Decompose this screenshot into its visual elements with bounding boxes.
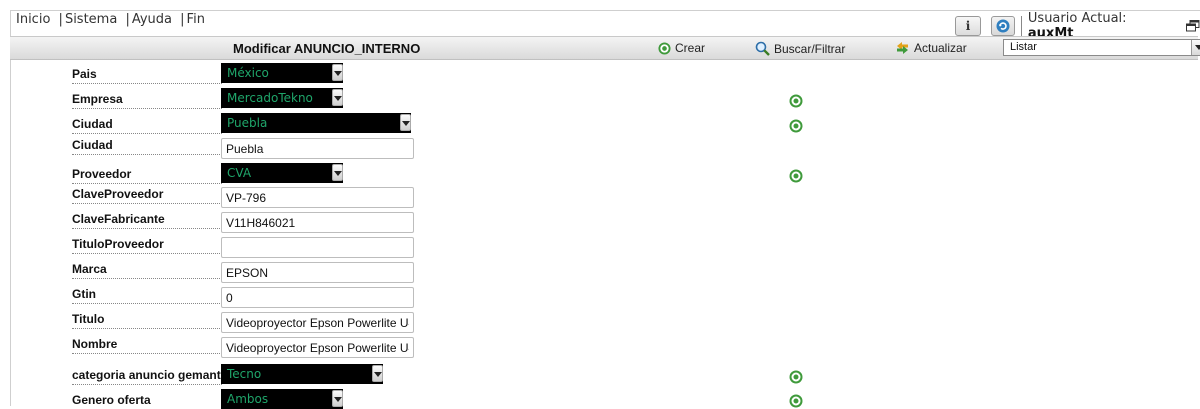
label-nombre: Nombre (72, 337, 118, 351)
genero-select[interactable]: Ambos (221, 389, 343, 409)
add-categoria-icon[interactable] (789, 370, 803, 384)
marca-input[interactable] (221, 262, 414, 283)
info-icon: i (965, 19, 971, 33)
menu-separator: | (58, 12, 63, 27)
pais-value: México (227, 66, 269, 80)
nombre-input[interactable] (221, 337, 414, 358)
empresa-select[interactable]: MercadoTekno (221, 88, 343, 108)
label-proveedor: Proveedor (72, 167, 132, 181)
listar-value: Listar (1010, 41, 1037, 53)
chevron-down-icon (332, 390, 343, 407)
proveedor-select[interactable]: CVA (221, 163, 343, 183)
label-empresa: Empresa (72, 92, 123, 106)
refresh-session-button[interactable] (990, 16, 1015, 36)
add-icon (658, 41, 671, 55)
menu-sistema[interactable]: Sistema (65, 12, 117, 27)
toolbar: Modificar ANUNCIO_INTERNO Crear Buscar/F… (10, 36, 1200, 60)
label-underline (72, 278, 222, 279)
label-underline (72, 83, 222, 84)
menu-separator: | (125, 12, 130, 27)
window-restore-icon[interactable] (1186, 20, 1200, 32)
titulo-input[interactable] (221, 312, 414, 333)
label-ciudad: Ciudad (72, 117, 113, 131)
current-user-prefix: Usuario Actual: (1027, 11, 1127, 26)
menu-inicio[interactable]: Inicio (16, 12, 50, 27)
categoria-select[interactable]: Tecno (221, 364, 383, 384)
ciudad-select[interactable]: Puebla (221, 113, 411, 133)
chevron-down-icon (332, 64, 343, 81)
label-titulo-proveedor: TituloProveedor (72, 237, 164, 251)
label-categoria: categoria anuncio gemanti (72, 368, 225, 382)
search-icon (755, 41, 770, 56)
label-ciudad-text: Ciudad (72, 138, 113, 152)
update-icon (897, 42, 908, 54)
chevron-down-icon (332, 164, 343, 181)
label-gtin: Gtin (72, 287, 96, 301)
chevron-down-icon (332, 89, 343, 106)
page-title: Modificar ANUNCIO_INTERNO (233, 41, 421, 56)
chevron-down-icon (400, 114, 411, 131)
label-underline (72, 328, 222, 329)
menu-separator: | (180, 12, 185, 27)
menu-fin[interactable]: Fin (187, 12, 205, 27)
crear-button[interactable]: Crear (658, 41, 705, 55)
titulo-proveedor-input[interactable] (221, 237, 414, 258)
label-underline (72, 303, 222, 304)
categoria-value: Tecno (227, 367, 262, 381)
label-underline (72, 108, 222, 109)
label-titulo: Titulo (72, 312, 105, 326)
add-genero-icon[interactable] (789, 394, 803, 408)
clave-proveedor-input[interactable] (221, 187, 414, 208)
ciudad-select-value: Puebla (227, 116, 268, 130)
user-area: i Usuario Actual: auxMt (955, 11, 1200, 41)
chevron-down-icon (372, 365, 383, 382)
pais-select[interactable]: México (221, 63, 343, 83)
info-button[interactable]: i (955, 16, 981, 36)
label-marca: Marca (72, 262, 107, 276)
listar-select[interactable]: Listar (1003, 39, 1200, 56)
chevron-down-icon (1191, 40, 1200, 55)
app-frame (10, 10, 1200, 406)
label-clave-fabricante: ClaveFabricante (72, 212, 165, 226)
ciudad-input[interactable] (221, 138, 414, 159)
refresh-icon (996, 19, 1010, 33)
empresa-value: MercadoTekno (227, 91, 313, 105)
genero-value: Ambos (227, 392, 269, 406)
menu-ayuda[interactable]: Ayuda (132, 12, 172, 27)
gtin-input[interactable] (221, 287, 414, 308)
add-ciudad-icon[interactable] (789, 119, 803, 133)
buscar-label: Buscar/Filtrar (774, 41, 846, 56)
label-underline (72, 228, 222, 229)
label-underline (72, 133, 222, 134)
buscar-filtrar-button[interactable]: Buscar/Filtrar (755, 41, 845, 56)
clave-fabricante-input[interactable] (221, 212, 414, 233)
actualizar-button[interactable]: Actualizar (895, 41, 967, 55)
top-menu: Inicio | Sistema | Ayuda | Fin (16, 12, 205, 27)
label-clave-proveedor: ClaveProveedor (72, 187, 164, 201)
label-pais: Pais (72, 67, 97, 81)
crear-label: Crear (675, 41, 706, 55)
proveedor-value: CVA (227, 166, 252, 180)
label-underline (72, 203, 222, 204)
add-proveedor-icon[interactable] (789, 169, 803, 183)
label-underline (72, 183, 222, 184)
add-empresa-icon[interactable] (789, 94, 803, 108)
actualizar-label: Actualizar (914, 41, 967, 55)
separator (1020, 16, 1022, 36)
label-underline (72, 353, 222, 354)
label-underline (72, 154, 222, 155)
label-underline (72, 253, 222, 254)
label-underline (72, 384, 222, 385)
